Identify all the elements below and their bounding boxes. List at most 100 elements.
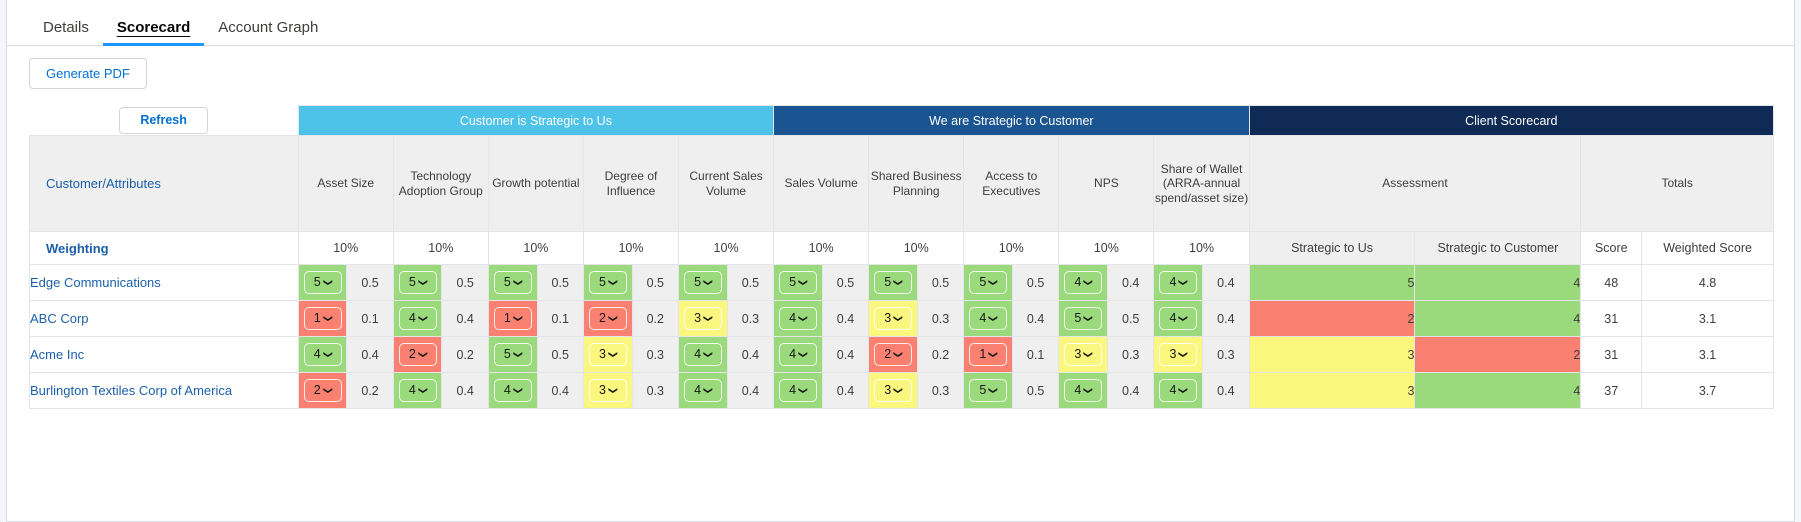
weighted-value-cell: 0.4: [1202, 372, 1250, 409]
chevron-down-icon: ❯: [703, 350, 714, 359]
score-select[interactable]: 1 ❯: [493, 307, 532, 330]
score-select[interactable]: 4 ❯: [1159, 271, 1198, 294]
score-select-cell[interactable]: 4 ❯: [1058, 264, 1108, 301]
score-select[interactable]: 3 ❯: [874, 379, 912, 402]
score-select[interactable]: 3 ❯: [588, 343, 627, 366]
score-select[interactable]: 2 ❯: [398, 343, 437, 366]
score-select-cell[interactable]: 5 ❯: [487, 264, 538, 301]
score-select[interactable]: 4 ❯: [493, 379, 532, 402]
weighted-value-cell: 0.4: [1011, 300, 1060, 337]
score-select-cell[interactable]: 2 ❯: [392, 336, 443, 373]
score-select[interactable]: 5 ❯: [778, 271, 817, 294]
score-select[interactable]: 2 ❯: [874, 343, 912, 366]
score-select-cell[interactable]: 5 ❯: [678, 264, 728, 301]
score-select-cell[interactable]: 1 ❯: [297, 300, 348, 337]
score-select-cell[interactable]: 4 ❯: [963, 300, 1013, 337]
score-select[interactable]: 5 ❯: [683, 271, 722, 294]
score-select-cell[interactable]: 3 ❯: [1153, 336, 1204, 373]
score-select[interactable]: 4 ❯: [683, 343, 722, 366]
score-select-cell[interactable]: 3 ❯: [582, 372, 633, 409]
score-select[interactable]: 4 ❯: [398, 307, 437, 330]
chevron-down-icon: ❯: [1178, 278, 1189, 287]
score-select-cell[interactable]: 4 ❯: [297, 336, 348, 373]
score-select-cell[interactable]: 4 ❯: [773, 372, 823, 409]
score-select-cell[interactable]: 4 ❯: [773, 300, 823, 337]
customer-name-link[interactable]: Acme Inc: [29, 336, 299, 373]
score-select[interactable]: 2 ❯: [303, 379, 342, 402]
score-select-cell[interactable]: 4 ❯: [678, 372, 728, 409]
assessment-strategic-to-us: 3: [1248, 372, 1416, 409]
score-select[interactable]: 5 ❯: [588, 271, 627, 294]
score-select-cell[interactable]: 3 ❯: [678, 300, 728, 337]
score-select[interactable]: 5 ❯: [969, 379, 1008, 402]
score-select-cell[interactable]: 5 ❯: [487, 336, 538, 373]
score-select[interactable]: 4 ❯: [778, 343, 817, 366]
score-select-cell[interactable]: 4 ❯: [392, 372, 443, 409]
score-select[interactable]: 4 ❯: [1064, 271, 1103, 294]
customer-name-link[interactable]: Burlington Textiles Corp of America: [29, 372, 299, 409]
score-select-cell[interactable]: 3 ❯: [582, 336, 633, 373]
score-select[interactable]: 5 ❯: [493, 271, 532, 294]
score-select-cell[interactable]: 3 ❯: [868, 372, 918, 409]
refresh-button[interactable]: Refresh: [119, 107, 208, 134]
score-select-cell[interactable]: 5 ❯: [963, 372, 1013, 409]
tab-scorecard[interactable]: Scorecard: [102, 20, 205, 46]
score-select[interactable]: 4 ❯: [1064, 379, 1103, 402]
score-select[interactable]: 3 ❯: [683, 307, 722, 330]
score-select-cell[interactable]: 5 ❯: [868, 264, 918, 301]
customer-name-link[interactable]: Edge Communications: [29, 264, 299, 301]
score-select-cell[interactable]: 2 ❯: [582, 300, 633, 337]
score-select-cell[interactable]: 3 ❯: [868, 300, 918, 337]
score-select-cell[interactable]: 5 ❯: [963, 264, 1013, 301]
score-select-cell[interactable]: 4 ❯: [392, 300, 443, 337]
score-select[interactable]: 3 ❯: [588, 379, 627, 402]
score-select[interactable]: 1 ❯: [303, 307, 342, 330]
chevron-down-icon: ❯: [418, 386, 429, 395]
score-select[interactable]: 3 ❯: [1159, 343, 1198, 366]
score-select[interactable]: 3 ❯: [874, 307, 912, 330]
weighted-value-cell: 0.4: [821, 300, 870, 337]
score-select[interactable]: 5 ❯: [1064, 307, 1103, 330]
score-select-cell[interactable]: 3 ❯: [1058, 336, 1108, 373]
score-select-cell[interactable]: 4 ❯: [773, 336, 823, 373]
score-select[interactable]: 1 ❯: [969, 343, 1008, 366]
score-select[interactable]: 4 ❯: [969, 307, 1008, 330]
score-select-cell[interactable]: 4 ❯: [1153, 300, 1204, 337]
score-select-cell[interactable]: 5 ❯: [392, 264, 443, 301]
score-select-cell[interactable]: 1 ❯: [487, 300, 538, 337]
header-customer-attributes[interactable]: Customer/Attributes: [29, 135, 299, 232]
score-select-cell[interactable]: 4 ❯: [487, 372, 538, 409]
score-select-cell[interactable]: 4 ❯: [678, 336, 728, 373]
score-select-cell[interactable]: 5 ❯: [582, 264, 633, 301]
score-select[interactable]: 4 ❯: [778, 379, 817, 402]
score-select[interactable]: 4 ❯: [398, 379, 437, 402]
score-select-cell[interactable]: 4 ❯: [1153, 264, 1204, 301]
customer-name-link[interactable]: ABC Corp: [29, 300, 299, 337]
score-select[interactable]: 5 ❯: [398, 271, 437, 294]
score-select[interactable]: 4 ❯: [303, 343, 342, 366]
score-select-cell[interactable]: 2 ❯: [868, 336, 918, 373]
score-select[interactable]: 4 ❯: [778, 307, 817, 330]
subheader-strategic-to-customer: Strategic to Customer: [1414, 231, 1582, 265]
score-select[interactable]: 5 ❯: [874, 271, 912, 294]
tab-details[interactable]: Details: [29, 20, 103, 45]
score-select-cell[interactable]: 5 ❯: [297, 264, 348, 301]
score-select[interactable]: 5 ❯: [969, 271, 1008, 294]
score-select-cell[interactable]: 4 ❯: [1153, 372, 1204, 409]
score-select[interactable]: 4 ❯: [683, 379, 722, 402]
score-select-cell[interactable]: 4 ❯: [1058, 372, 1108, 409]
score-select[interactable]: 3 ❯: [1064, 343, 1103, 366]
score-select-cell[interactable]: 5 ❯: [1058, 300, 1108, 337]
tab-account-graph[interactable]: Account Graph: [204, 20, 332, 45]
score-select-cell[interactable]: 1 ❯: [963, 336, 1013, 373]
weighted-value-cell: 0.1: [536, 300, 584, 337]
score-select[interactable]: 5 ❯: [303, 271, 342, 294]
score-select-cell[interactable]: 5 ❯: [773, 264, 823, 301]
generate-pdf-button[interactable]: Generate PDF: [29, 58, 147, 89]
assessment-strategic-to-us: 2: [1248, 300, 1416, 337]
score-select[interactable]: 2 ❯: [588, 307, 627, 330]
score-select[interactable]: 5 ❯: [493, 343, 532, 366]
score-select-cell[interactable]: 2 ❯: [297, 372, 348, 409]
score-select[interactable]: 4 ❯: [1159, 379, 1198, 402]
score-select[interactable]: 4 ❯: [1159, 307, 1198, 330]
